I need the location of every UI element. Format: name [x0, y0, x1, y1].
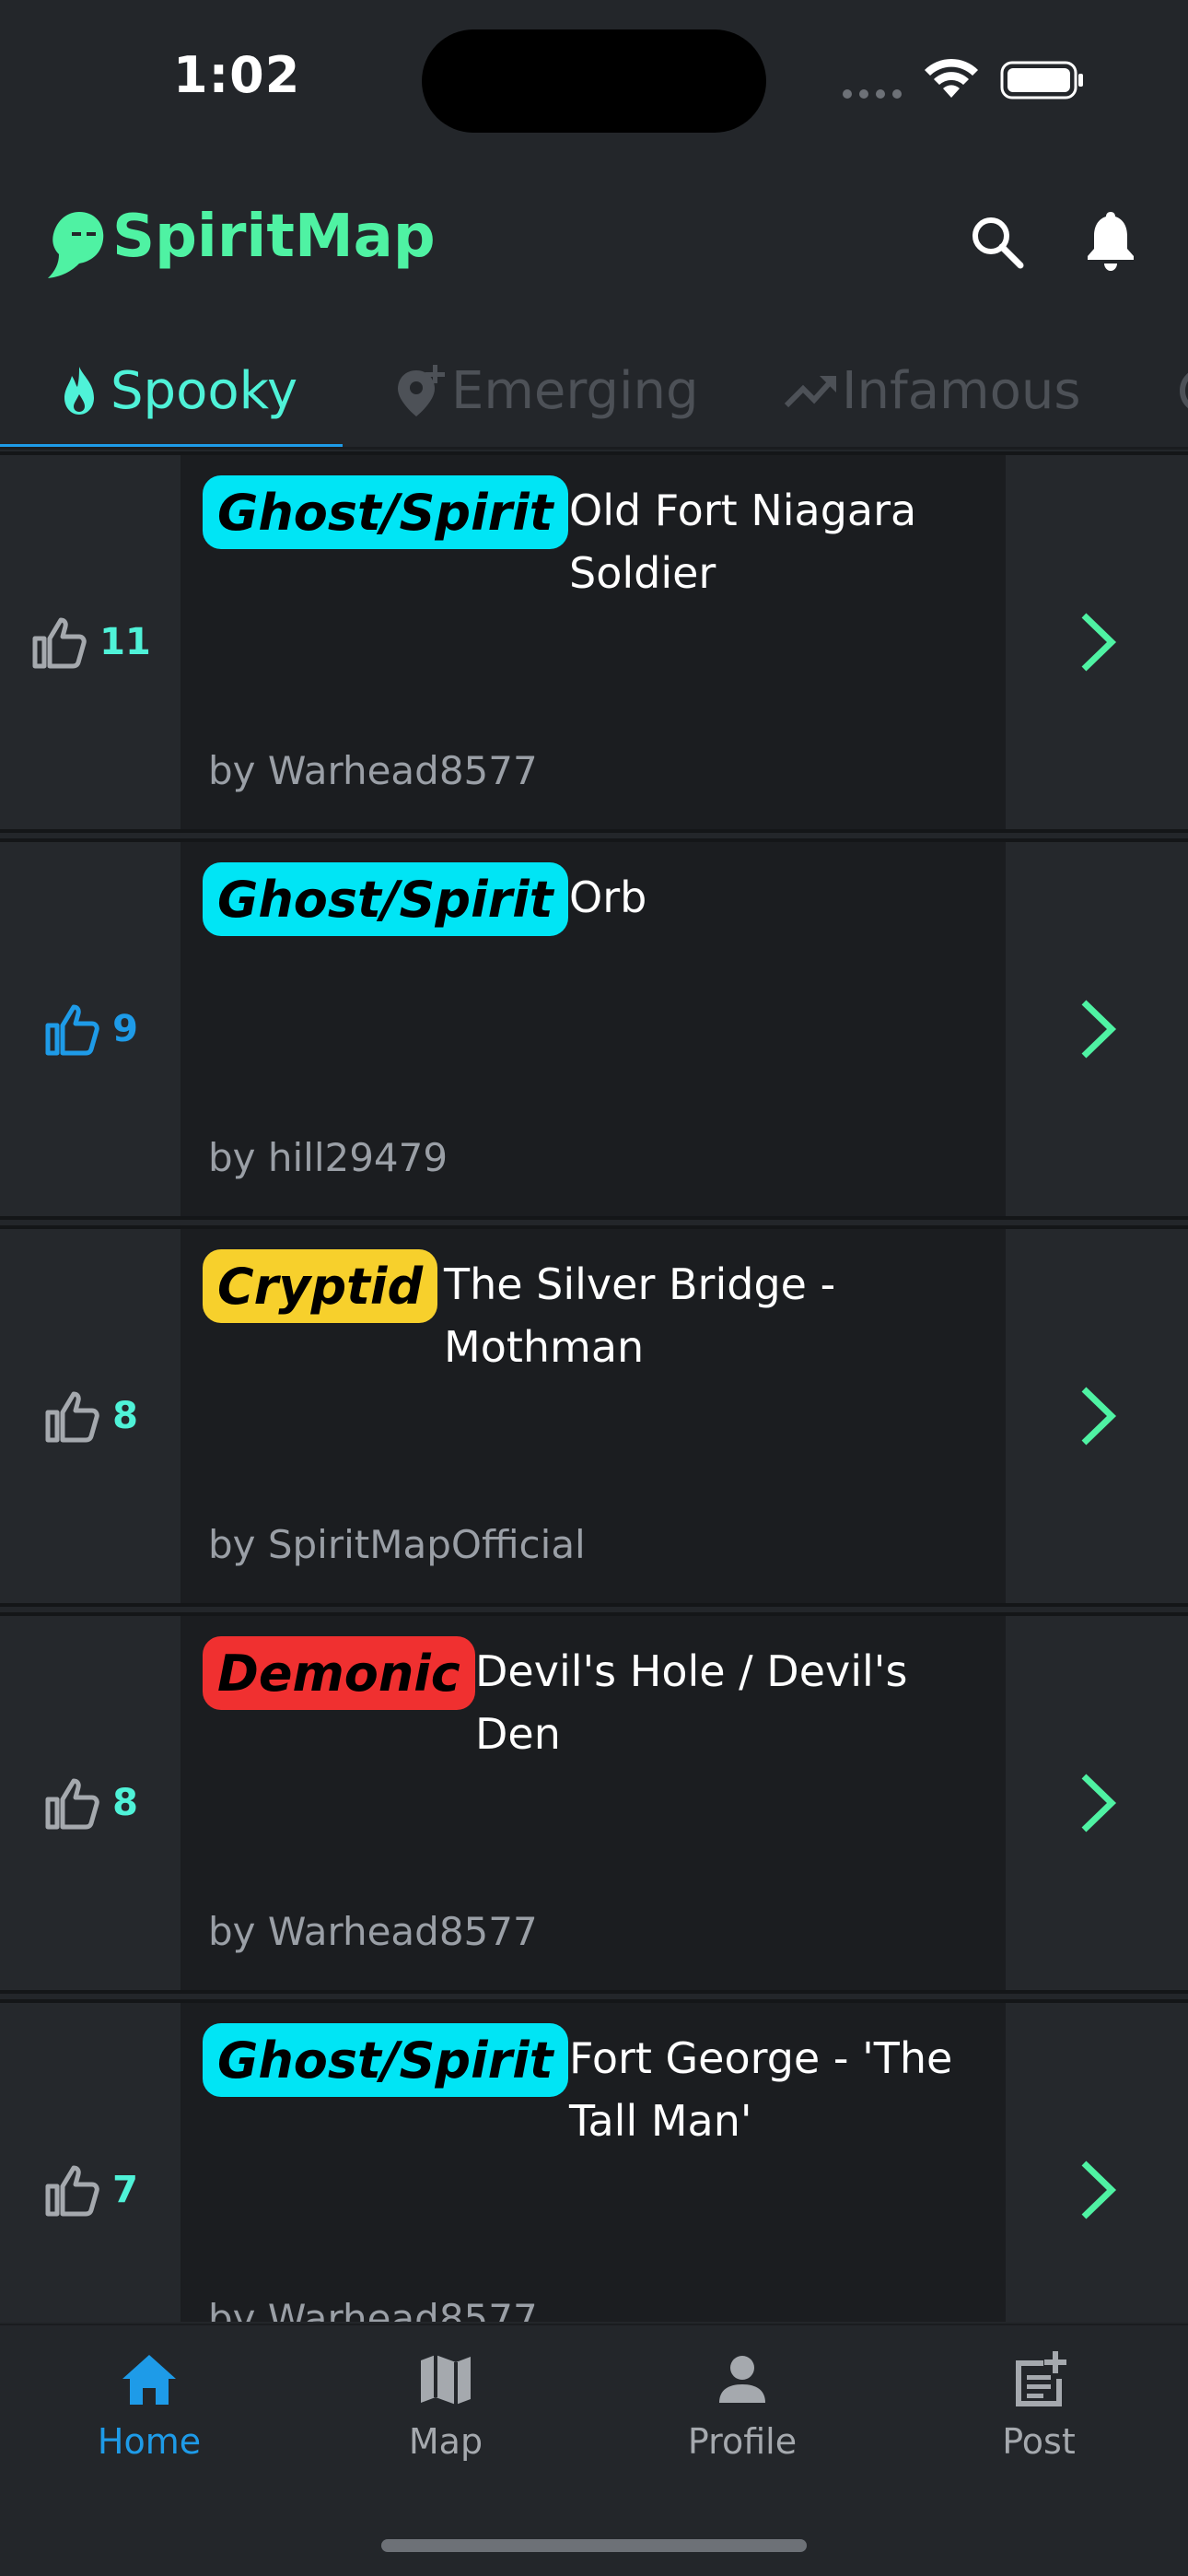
category-tag: Ghost/Spirit — [203, 862, 568, 936]
post-title: Devil's Hole / Devil's Den — [475, 1640, 907, 1765]
chevron-right-icon — [1081, 613, 1117, 672]
post-title-line: Mothman — [444, 1322, 645, 1372]
tab-spooky-label: Spooky — [111, 360, 298, 421]
thumbs-up-icon[interactable] — [42, 1774, 101, 1832]
post-row[interactable]: 8 Cryptid The Silver Bridge - Mothman by… — [0, 1225, 1188, 1607]
category-tag: Ghost/Spirit — [203, 475, 568, 549]
post-title: Fort George - 'The Tall Man' — [569, 2027, 952, 2152]
tab-emerging[interactable]: Emerging — [392, 332, 699, 447]
thumbs-up-icon[interactable] — [42, 1387, 101, 1446]
vote-section: 8 — [0, 1616, 181, 1990]
vote-count: 7 — [112, 2169, 138, 2211]
location-add-icon — [398, 365, 445, 416]
partial-tab-icon — [1180, 372, 1188, 409]
post-author: by hill29479 — [208, 1135, 448, 1180]
home-indicator — [381, 2539, 807, 2552]
nav-post[interactable]: Post — [947, 2348, 1131, 2495]
chevron-right-icon — [1081, 1387, 1117, 1446]
chevron-right-icon — [1081, 2160, 1117, 2219]
post-title: Orb — [569, 866, 646, 929]
category-tag: Demonic — [203, 1636, 475, 1710]
vote-count: 9 — [112, 1008, 138, 1050]
search-icon[interactable] — [967, 212, 1026, 271]
post-title-line: Devil's Hole / Devil's — [475, 1646, 908, 1696]
nav-home[interactable]: Home — [57, 2348, 241, 2495]
open-post-button[interactable] — [1006, 455, 1188, 829]
chevron-right-icon — [1081, 1000, 1117, 1059]
post-author: by Warhead8577 — [208, 1909, 538, 1954]
vote-section: 7 — [0, 2003, 181, 2322]
tab-infamous[interactable]: Infamous — [783, 332, 1081, 447]
dynamic-island — [422, 29, 766, 133]
notifications-bell-icon[interactable] — [1083, 208, 1138, 273]
app-header: SpiritMap — [0, 175, 1188, 304]
ghost-logo-icon — [48, 212, 104, 278]
post-content[interactable]: Ghost/Spirit Fort George - 'The Tall Man… — [181, 2003, 1006, 2322]
nav-map[interactable]: Map — [354, 2348, 538, 2495]
post-content[interactable]: Demonic Devil's Hole / Devil's Den by Wa… — [181, 1616, 1006, 1990]
post-title-line: Fort George - 'The — [569, 2033, 953, 2083]
post-row[interactable]: 11 Ghost/Spirit Old Fort Niagara Soldier… — [0, 451, 1188, 833]
post-content[interactable]: Cryptid The Silver Bridge - Mothman by S… — [181, 1229, 1006, 1603]
tab-infamous-label: Infamous — [842, 360, 1081, 421]
thumbs-up-icon[interactable] — [42, 2160, 101, 2219]
map-icon — [421, 2355, 471, 2405]
post-content[interactable]: Ghost/Spirit Old Fort Niagara Soldier by… — [181, 455, 1006, 829]
vote-section: 9 — [0, 842, 181, 1216]
post-title: The Silver Bridge - Mothman — [444, 1253, 835, 1378]
battery-icon — [1000, 61, 1083, 100]
post-title-line: Old Fort Niagara — [569, 486, 917, 535]
post-feed: 11 Ghost/Spirit Old Fort Niagara Soldier… — [0, 451, 1188, 2322]
nav-home-label: Home — [97, 2421, 202, 2462]
open-post-button[interactable] — [1006, 1229, 1188, 1603]
open-post-button[interactable] — [1006, 842, 1188, 1216]
flame-icon — [64, 367, 94, 415]
post-title: Old Fort Niagara Soldier — [569, 479, 916, 604]
tab-spooky[interactable]: Spooky — [52, 332, 298, 447]
post-add-icon — [1016, 2351, 1066, 2406]
feed-tabs: Spooky Emerging Infamous — [0, 332, 1188, 450]
status-time: 1:02 — [173, 46, 301, 104]
vote-count: 11 — [99, 621, 151, 663]
vote-count: 8 — [112, 1782, 138, 1824]
nav-profile[interactable]: Profile — [650, 2348, 834, 2495]
category-tag: Ghost/Spirit — [203, 2023, 568, 2097]
chevron-right-icon — [1081, 1774, 1117, 1832]
nav-post-label: Post — [1002, 2421, 1076, 2462]
post-row[interactable]: 9 Ghost/Spirit Orb by hill29479 — [0, 838, 1188, 1220]
profile-icon — [719, 2356, 765, 2403]
post-author: by Warhead8577 — [208, 748, 538, 793]
post-title-line: Soldier — [569, 548, 716, 598]
app-logo-text: SpiritMap — [112, 203, 436, 271]
bottom-nav: Home Map Profile Post — [0, 2324, 1188, 2576]
nav-profile-label: Profile — [687, 2421, 798, 2462]
home-icon — [122, 2355, 176, 2405]
status-bar: 1:02 — [0, 0, 1188, 157]
category-tag: Cryptid — [203, 1249, 438, 1323]
post-row[interactable]: 7 Ghost/Spirit Fort George - 'The Tall M… — [0, 1999, 1188, 2322]
thumbs-up-icon[interactable] — [42, 1000, 101, 1059]
post-title-line: The Silver Bridge - — [444, 1259, 836, 1309]
post-title-line: Tall Man' — [569, 2096, 752, 2146]
vote-section: 11 — [0, 455, 181, 829]
cellular-signal-icon — [843, 89, 902, 99]
vote-count: 8 — [112, 1395, 138, 1437]
post-row[interactable]: 8 Demonic Devil's Hole / Devil's Den by … — [0, 1612, 1188, 1994]
post-title-line: Den — [475, 1709, 561, 1759]
trending-up-icon — [784, 376, 836, 408]
post-author: by Warhead8577 — [208, 2296, 538, 2322]
tab-emerging-label: Emerging — [451, 360, 699, 421]
open-post-button[interactable] — [1006, 1616, 1188, 1990]
nav-map-label: Map — [408, 2421, 483, 2462]
wifi-icon — [925, 58, 978, 98]
thumbs-up-icon[interactable] — [29, 613, 88, 672]
tab-more[interactable] — [1175, 332, 1188, 447]
open-post-button[interactable] — [1006, 2003, 1188, 2322]
vote-section: 8 — [0, 1229, 181, 1603]
post-content[interactable]: Ghost/Spirit Orb by hill29479 — [181, 842, 1006, 1216]
active-tab-indicator — [0, 444, 343, 447]
post-author: by SpiritMapOfficial — [208, 1522, 586, 1567]
post-title-line: Orb — [569, 872, 647, 922]
